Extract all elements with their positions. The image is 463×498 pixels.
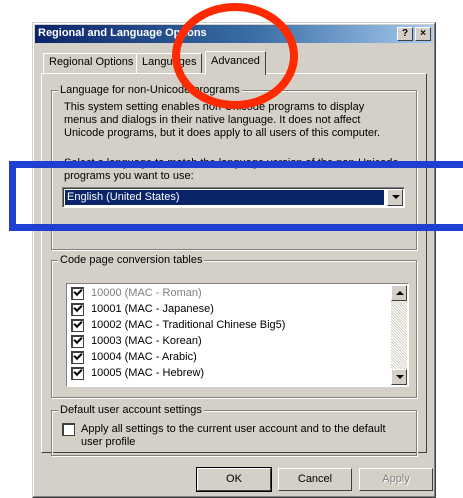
check-icon [73, 302, 83, 313]
code-page-group-label: Code page conversion tables [58, 254, 205, 266]
apply-default-checkbox[interactable] [62, 423, 75, 436]
checkbox[interactable] [71, 350, 84, 364]
tab-regional-options[interactable]: Regional Options [43, 53, 140, 73]
list-item-label: 10002 (MAC - Traditional Chinese Big5) [91, 319, 286, 331]
check-icon [73, 366, 83, 377]
apply-default-label[interactable]: Apply all settings to the current user a… [81, 423, 401, 449]
list-item-label: 10003 (MAC - Korean) [91, 335, 202, 347]
advanced-tab-panel: Language for non-Unicode programs This s… [41, 73, 427, 456]
scroll-up-button[interactable] [391, 285, 407, 301]
close-button[interactable]: × [415, 27, 431, 41]
red-circle-annotation [172, 3, 298, 109]
chevron-down-icon [396, 375, 404, 379]
list-item-label: 10004 (MAC - Arabic) [91, 351, 197, 363]
default-user-group: Default user account settings Apply all … [51, 404, 417, 456]
list-item-label: 10000 (MAC - Roman) [91, 287, 202, 299]
check-icon [73, 350, 83, 361]
checkbox[interactable] [71, 286, 84, 300]
default-user-group-label: Default user account settings [58, 404, 204, 416]
chevron-up-icon [396, 291, 404, 295]
apply-button[interactable]: Apply [359, 468, 433, 491]
ok-button[interactable]: OK [196, 467, 272, 492]
check-icon [73, 286, 83, 297]
blue-rectangle-annotation [9, 161, 463, 231]
code-page-group: Code page conversion tables 10000 (MAC -… [51, 254, 417, 398]
list-item-label: 10005 (MAC - Hebrew) [91, 367, 205, 379]
code-page-list[interactable]: 10000 (MAC - Roman) 10001 (MAC - Japanes… [66, 283, 409, 387]
cancel-button[interactable]: Cancel [278, 468, 352, 491]
scroll-down-button[interactable] [391, 369, 407, 385]
help-button[interactable]: ? [397, 27, 413, 41]
checkbox[interactable] [71, 302, 84, 316]
check-icon [73, 318, 83, 329]
scrollbar-track[interactable] [391, 301, 407, 369]
checkbox[interactable] [71, 318, 84, 332]
checkbox[interactable] [71, 334, 84, 348]
checkbox[interactable] [71, 366, 84, 380]
check-icon [73, 334, 83, 345]
list-item-label: 10001 (MAC - Japanese) [91, 303, 214, 315]
